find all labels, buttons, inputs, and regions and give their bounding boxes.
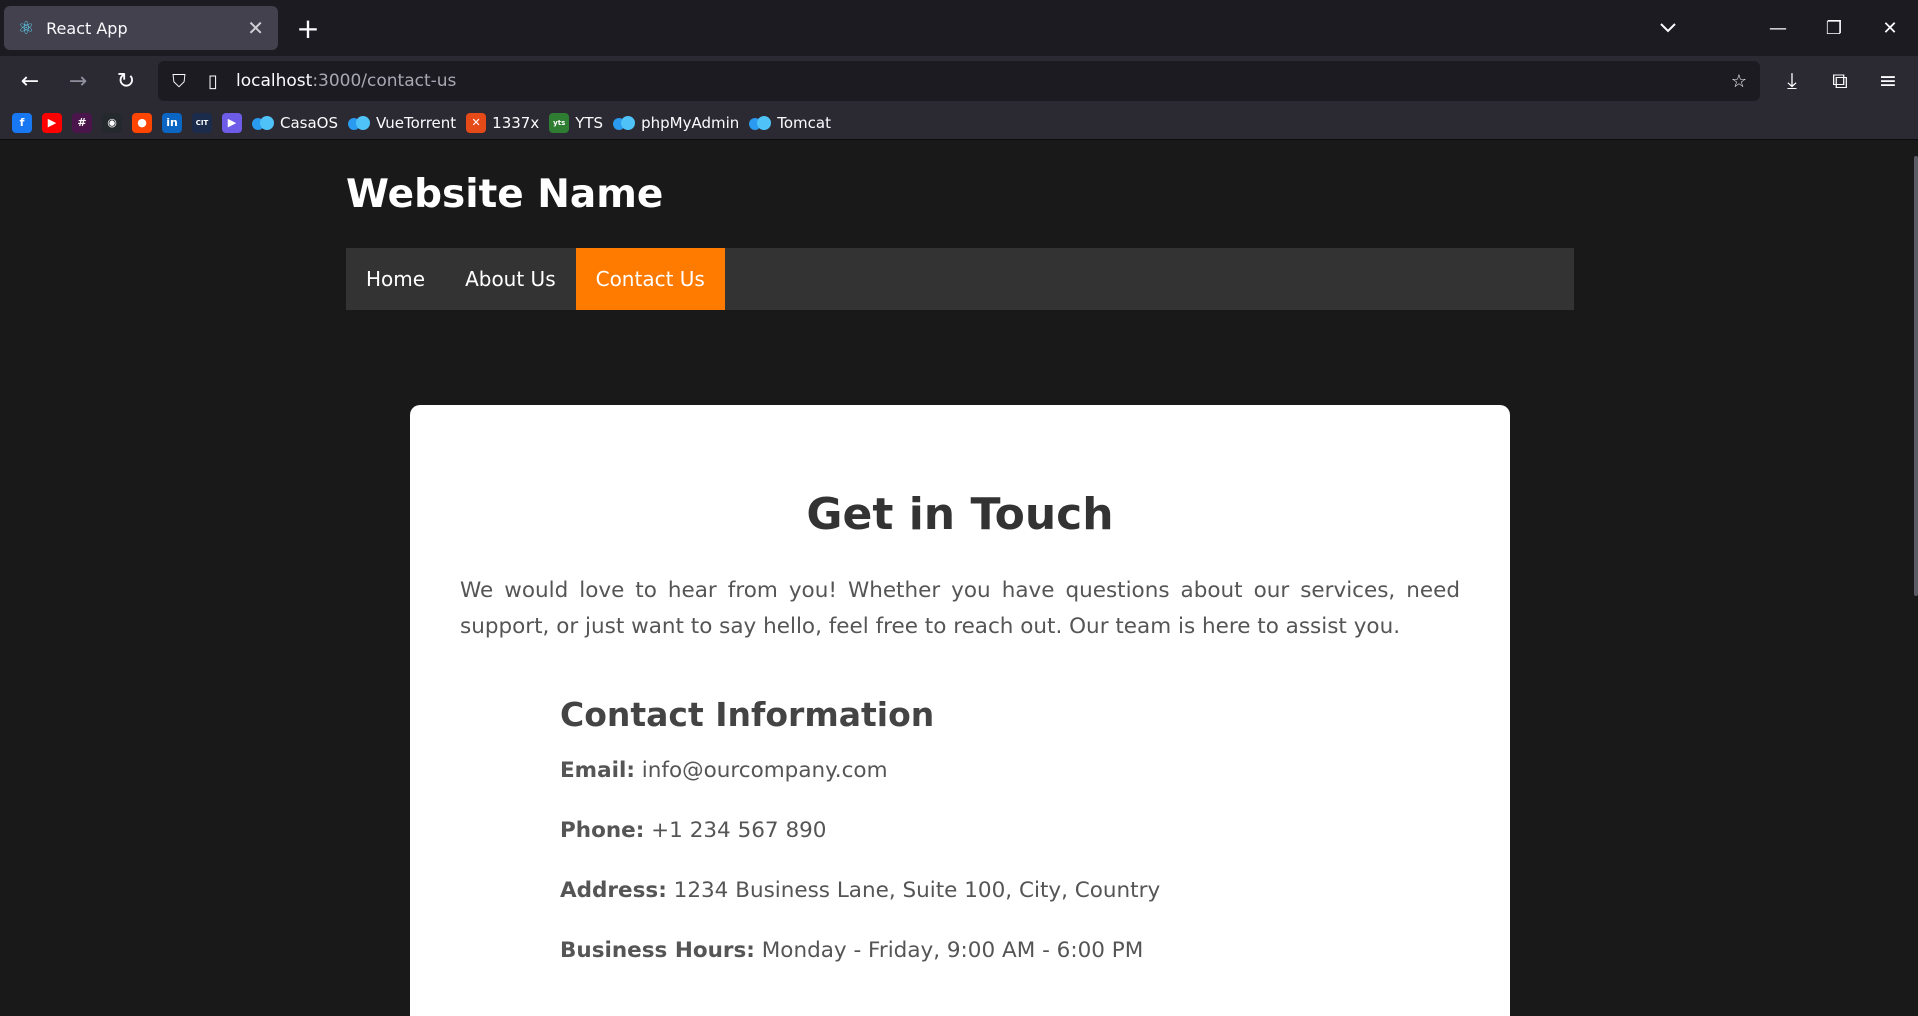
bookmark-item[interactable]: CasaOS <box>252 114 338 132</box>
contact-info-value: +1 234 567 890 <box>651 818 827 843</box>
site-navigation: Home About Us Contact Us <box>346 248 1574 310</box>
back-button[interactable]: ← <box>8 61 52 101</box>
cloud-icon <box>348 115 371 130</box>
minimize-button[interactable]: — <box>1750 0 1806 56</box>
bookmark-label: VueTorrent <box>376 113 457 132</box>
address-bar[interactable]: ⛉ ▯ localhost:3000/contact-us ☆ <box>158 61 1760 101</box>
play-icon: ▶ <box>222 112 242 133</box>
window-controls: — ❐ ✕ <box>1750 0 1918 56</box>
bookmarks-toolbar: f ▶ # ◉ ● in CIT ▶ CasaOS VueTorrent ✕ 1337x yts YTS p… <box>0 106 1918 140</box>
tab-react-app[interactable]: ⚛ React App ✕ <box>4 6 278 50</box>
page-scrollbar[interactable] <box>1914 156 1918 596</box>
url-host: localhost <box>236 71 313 91</box>
reload-button[interactable]: ↻ <box>104 61 148 101</box>
contact-info-heading: Contact Information <box>560 695 935 734</box>
url-path: :3000/contact-us <box>312 71 457 91</box>
bookmark-item[interactable]: ◉ <box>102 112 122 133</box>
downloads-button[interactable]: ⤓ <box>1770 61 1814 101</box>
cloud-icon <box>749 115 772 130</box>
bookmark-item[interactable]: f <box>12 112 32 133</box>
cit-icon: CIT <box>192 112 212 133</box>
star-icon[interactable]: ☆ <box>1728 71 1750 92</box>
web-page: Website Name Home About Us Contact Us Get … <box>0 140 1918 1016</box>
x-icon: ✕ <box>466 112 487 133</box>
extensions-button[interactable]: ⧉ <box>1818 61 1862 101</box>
url-text[interactable]: localhost:3000/contact-us <box>236 71 1716 91</box>
bookmark-label: 1337x <box>492 113 540 132</box>
reddit-icon: ● <box>132 112 152 133</box>
contact-info-label: Email: <box>560 758 635 783</box>
slack-icon: # <box>72 112 92 133</box>
contact-card: Get in Touch We would love to hear from … <box>410 405 1510 1016</box>
page-icon: ▯ <box>208 70 218 92</box>
yts-icon: yts <box>549 112 570 133</box>
browser-window: ⚛ React App ✕ + — ❐ ✕ ← → ↻ ⛉ ▯ localhos… <box>0 0 1918 1016</box>
forward-button[interactable]: → <box>56 61 100 101</box>
contact-info-label: Business Hours: <box>560 938 755 963</box>
chevron-down-icon <box>1660 23 1676 33</box>
bookmark-item[interactable]: ● <box>132 112 152 133</box>
contact-info-label: Phone: <box>560 818 645 843</box>
close-tab-icon[interactable]: ✕ <box>247 16 264 40</box>
nav-link-contact-us[interactable]: Contact Us <box>575 248 725 310</box>
github-icon: ◉ <box>102 112 122 133</box>
bookmark-item[interactable]: Tomcat <box>749 114 831 132</box>
shield-icon[interactable]: ⛉ <box>168 71 190 92</box>
nav-link-home[interactable]: Home <box>346 248 445 310</box>
bookmark-label: YTS <box>575 113 604 132</box>
youtube-icon: ▶ <box>42 112 62 133</box>
linkedin-icon: in <box>162 112 182 133</box>
bookmark-item[interactable]: yts YTS <box>549 112 604 133</box>
bookmark-label: CasaOS <box>280 113 339 132</box>
contact-info-label: Address: <box>560 878 667 903</box>
site-title: Website Name <box>346 172 664 217</box>
bookmark-item[interactable]: phpMyAdmin <box>613 114 739 132</box>
close-window-button[interactable]: ✕ <box>1862 0 1918 56</box>
cloud-icon <box>613 115 636 130</box>
bookmark-item[interactable]: ▶ <box>42 112 62 133</box>
contact-intro: We would love to hear from you! Whether … <box>460 578 1460 639</box>
bookmark-label: phpMyAdmin <box>641 113 740 132</box>
react-icon: ⚛ <box>18 17 35 39</box>
contact-info-item: Phone: +1 234 567 890 <box>560 818 826 843</box>
bookmark-item[interactable]: in <box>162 112 182 133</box>
contact-info-item: Email: info@ourcompany.com <box>560 758 888 783</box>
bookmark-item[interactable]: ▶ <box>222 112 242 133</box>
list-all-tabs-button[interactable] <box>1648 8 1688 48</box>
contact-info-value: 1234 Business Lane, Suite 100, City, Cou… <box>673 878 1161 903</box>
contact-info-value: Monday - Friday, 9:00 AM - 6:00 PM <box>761 938 1144 963</box>
bookmark-item[interactable]: ✕ 1337x <box>466 112 540 133</box>
navigation-toolbar: ← → ↻ ⛉ ▯ localhost:3000/contact-us ☆ ⤓ … <box>0 56 1918 106</box>
menu-button[interactable]: ≡ <box>1866 61 1910 101</box>
restore-button[interactable]: ❐ <box>1806 0 1862 56</box>
tab-title: React App <box>46 18 128 38</box>
facebook-icon: f <box>12 112 32 133</box>
bookmark-item[interactable]: VueTorrent <box>348 114 456 132</box>
cloud-icon <box>252 115 274 130</box>
nav-link-about-us[interactable]: About Us <box>445 248 576 310</box>
contact-info-value[interactable]: info@ourcompany.com <box>642 758 888 783</box>
bookmark-label: Tomcat <box>777 113 831 132</box>
contact-heading: Get in Touch <box>806 489 1114 540</box>
contact-info-item: Business Hours: Monday - Friday, 9:00 AM… <box>560 938 1143 963</box>
new-tab-button[interactable]: + <box>288 8 328 48</box>
bookmark-item[interactable]: # <box>72 112 92 133</box>
bookmark-item[interactable]: CIT <box>192 112 212 133</box>
tab-strip: ⚛ React App ✕ + — ❐ ✕ <box>0 0 1918 56</box>
contact-info-item: Address: 1234 Business Lane, Suite 100, … <box>560 878 1160 903</box>
